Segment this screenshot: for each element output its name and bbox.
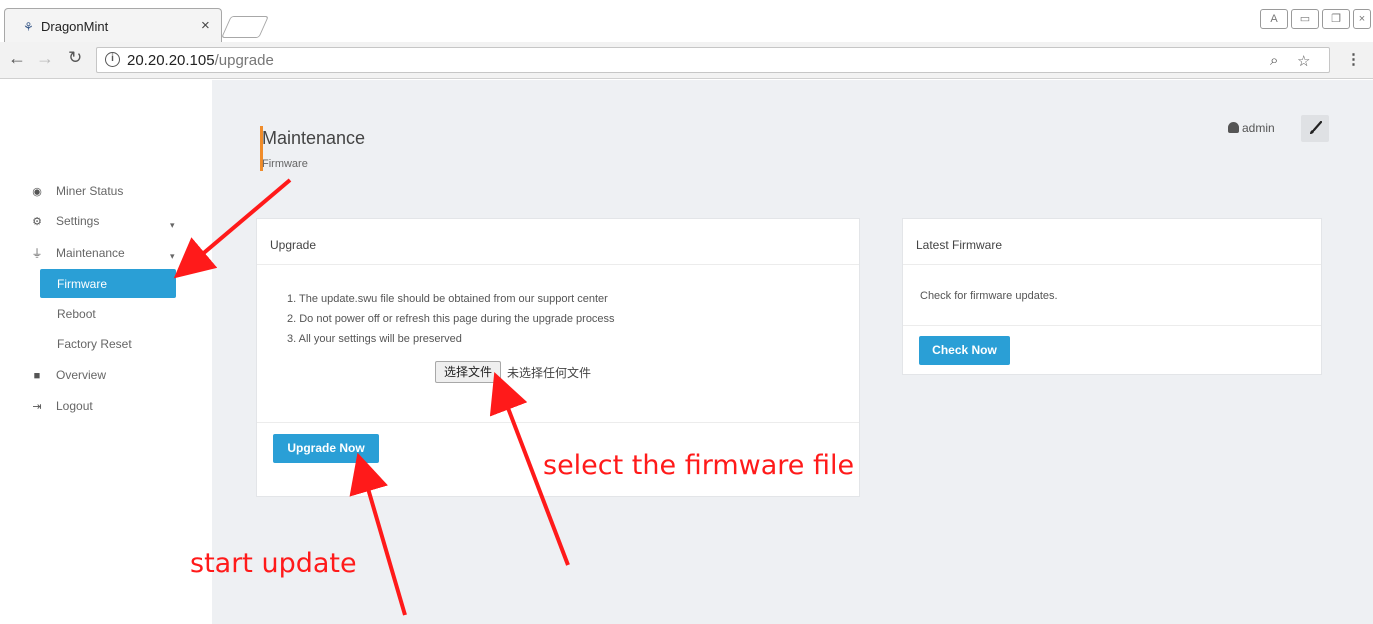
annotation-select-file: select the firmware file (543, 450, 855, 481)
annotation-start-update: start update (190, 548, 357, 579)
annotation-arrows (173, 178, 570, 616)
arrow-to-upgrade-now (349, 452, 407, 616)
arrow-to-firmware-menu (173, 178, 292, 279)
